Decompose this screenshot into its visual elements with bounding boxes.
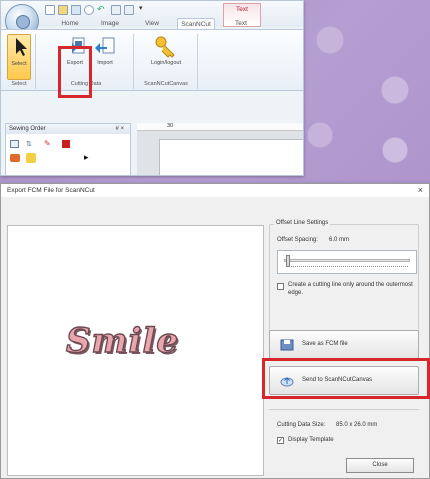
print-icon[interactable] [84, 5, 94, 15]
save-fcm-button[interactable]: Save as FCM file [269, 330, 419, 359]
title-bar: ↶ ▾ Text Home Image View ScanNCut Text [1, 1, 303, 38]
send-highlight-box [262, 358, 430, 399]
dialog-title-bar: Export FCM File for ScanNCut × [1, 184, 429, 197]
group-separator [133, 34, 134, 89]
tab-scanncut[interactable]: ScanNCut [177, 18, 215, 29]
preview-pane: Smile [7, 225, 264, 476]
cutting-size-label: Cutting Data Size: [277, 422, 326, 428]
panel-controls[interactable]: # × [115, 124, 124, 134]
slider-ticks [286, 266, 408, 270]
qat-dropdown[interactable]: ▾ [139, 4, 143, 12]
divider [269, 409, 419, 410]
group-separator [197, 34, 198, 89]
save-icon[interactable] [71, 5, 81, 15]
group-label-canvas: ScanNCutCanvas [144, 81, 188, 87]
create-outer-checkbox[interactable] [277, 283, 284, 290]
tab-image[interactable]: Image [97, 18, 123, 29]
login-logout-label: Login/logout [151, 60, 181, 66]
tab-home[interactable]: Home [59, 18, 81, 29]
offset-spacing-slider[interactable] [277, 250, 417, 274]
login-logout-button[interactable]: Login/logout [139, 34, 193, 80]
dialog-title: Export FCM File for ScanNCut [7, 187, 95, 194]
ribbon: Select Export Import Login/logout Select… [1, 29, 303, 91]
select-label: Select [11, 61, 27, 67]
color-swatch-icon[interactable] [62, 140, 70, 148]
import-icon [93, 34, 117, 58]
display-template-checkbox[interactable]: ✓ [277, 437, 284, 444]
ruler-mark: 30 [167, 123, 174, 129]
sewing-order-panel: Sewing Order # × ⇅ ✎ ▸ [5, 123, 131, 175]
group-label-select: Select [11, 81, 27, 87]
key-icon [139, 34, 193, 58]
close-button[interactable]: Close [346, 458, 414, 473]
group-separator [35, 34, 36, 89]
color-icon[interactable] [10, 154, 20, 162]
offset-spacing-label: Offset Spacing: [277, 237, 318, 243]
create-outer-label: Create a cutting line only around the ou… [288, 282, 413, 296]
tab-text[interactable]: Text [227, 18, 255, 29]
canvas-page [159, 139, 303, 175]
save-file-icon [280, 339, 294, 351]
tab-view[interactable]: View [141, 18, 163, 29]
offset-spacing-value: 6.0 mm [329, 237, 350, 243]
app-window: ↶ ▾ Text Home Image View ScanNCut Text S… [0, 0, 304, 176]
cutting-size-value: 85.0 x 26.0 mm [336, 422, 378, 428]
lock-icon[interactable] [26, 153, 36, 163]
offset-group-title: Offset Line Settings [274, 220, 331, 226]
ruler: 30 [137, 123, 303, 131]
panel-header: Sewing Order # × [6, 124, 130, 134]
view-icon[interactable] [124, 5, 134, 15]
save-fcm-label: Save as FCM file [302, 341, 348, 347]
slider-track [284, 259, 410, 262]
pencil-icon[interactable]: ✎ [44, 139, 54, 149]
cursor-icon [8, 35, 30, 59]
display-template-label: Display Template [288, 437, 334, 443]
close-icon[interactable]: × [418, 184, 423, 197]
design-canvas[interactable]: 30 [137, 123, 303, 175]
cursor-icon: ▸ [84, 152, 89, 162]
undo-icon[interactable]: ↶ [97, 5, 107, 15]
export-highlight-box [58, 46, 92, 98]
select-button[interactable]: Select [7, 34, 31, 80]
sort-icon[interactable]: ⇅ [26, 140, 38, 148]
import-label: Import [97, 60, 113, 66]
contextual-tab-title: Text [236, 6, 248, 13]
layout-icon[interactable] [111, 5, 121, 15]
check-mark-icon: ✓ [278, 438, 284, 444]
new-file-icon[interactable] [45, 5, 55, 15]
open-file-icon[interactable] [58, 5, 68, 15]
import-button[interactable]: Import [93, 34, 117, 80]
list-view-icon[interactable] [10, 140, 19, 148]
preview-smile-text: Smile [65, 320, 179, 361]
panel-title: Sewing Order [9, 126, 46, 132]
